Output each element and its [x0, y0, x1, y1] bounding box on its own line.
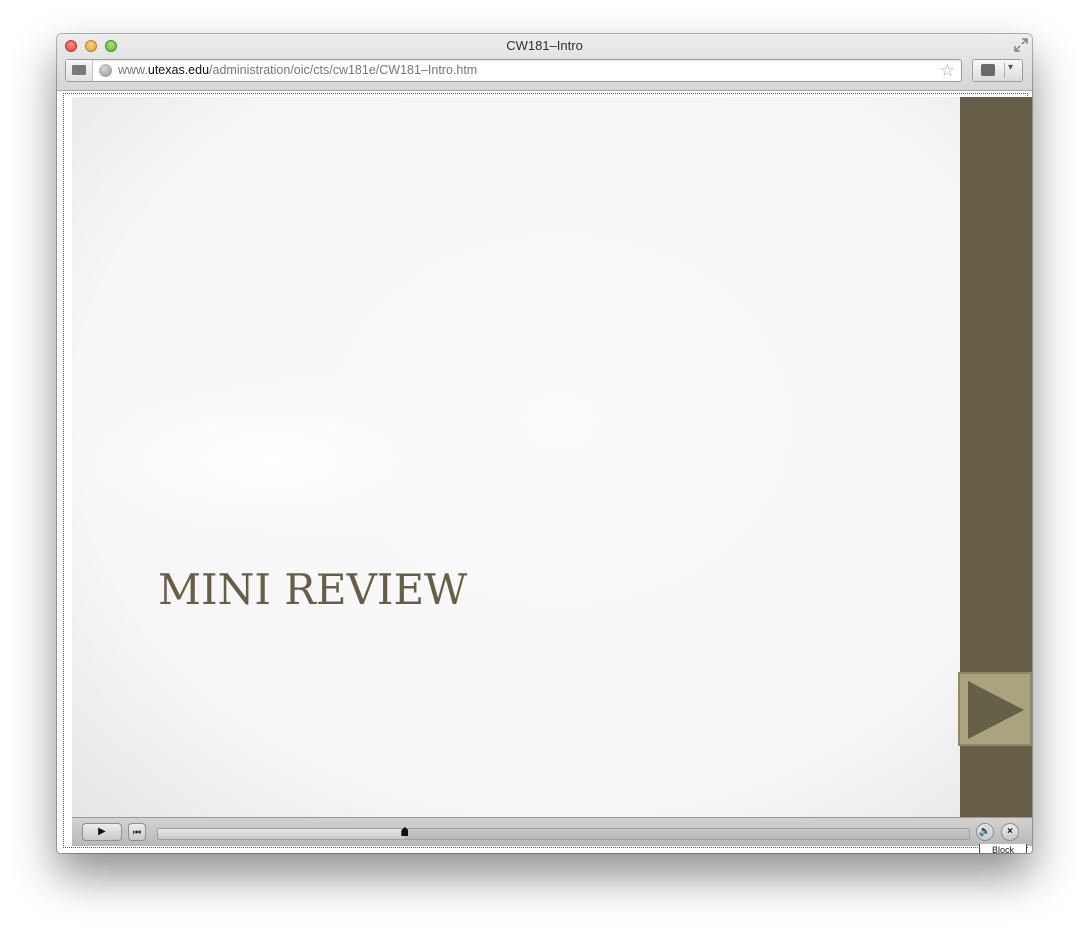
- fullscreen-icon[interactable]: [1014, 38, 1028, 52]
- play-button[interactable]: ▶: [82, 823, 122, 841]
- button-divider: [1004, 63, 1005, 78]
- close-player-button[interactable]: ×: [1001, 823, 1019, 841]
- slide-canvas: MINI REVIEW: [72, 97, 960, 817]
- player-controls: ▶ ⏮ 🔊 ×: [72, 817, 1032, 846]
- chevron-down-icon[interactable]: ▾: [1008, 62, 1013, 73]
- slide-title: MINI REVIEW: [158, 565, 468, 614]
- address-bar[interactable]: www.utexas.edu/administration/oic/cts/cw…: [65, 59, 962, 82]
- flash-embed-frame: MINI REVIEW ▶ ⏮ 🔊 ×: [63, 93, 1032, 848]
- globe-icon: [99, 64, 112, 77]
- browser-window: CW181–Intro www.utexas.edu/administratio…: [57, 34, 1032, 853]
- top-sites-button[interactable]: [66, 60, 93, 81]
- progress-fill: [158, 829, 406, 839]
- grid-icon: [72, 65, 86, 75]
- url-domain: utexas.edu: [147, 63, 210, 77]
- window-title: CW181–Intro: [506, 38, 583, 53]
- url-prefix: www.: [118, 63, 148, 77]
- title-bar: CW181–Intro www.utexas.edu/administratio…: [57, 34, 1032, 91]
- page-content: MINI REVIEW ▶ ⏮ 🔊 × Block: [57, 91, 1032, 853]
- url-path: /administration/oic/cts/cw181e/CW181–Int…: [209, 63, 478, 77]
- progress-track[interactable]: [157, 828, 970, 840]
- extensions-button[interactable]: ▾: [972, 59, 1023, 82]
- volume-button[interactable]: 🔊: [976, 823, 994, 841]
- next-slide-button[interactable]: [958, 672, 1032, 746]
- play-triangle-icon: [968, 681, 1024, 739]
- plugin-block-tab[interactable]: Block: [979, 844, 1027, 853]
- rewind-button[interactable]: ⏮: [128, 823, 146, 841]
- extension-icon: [981, 64, 995, 76]
- bookmark-star-icon[interactable]: ☆: [940, 61, 955, 80]
- url-text[interactable]: www.utexas.edu/administration/oic/cts/cw…: [118, 63, 477, 77]
